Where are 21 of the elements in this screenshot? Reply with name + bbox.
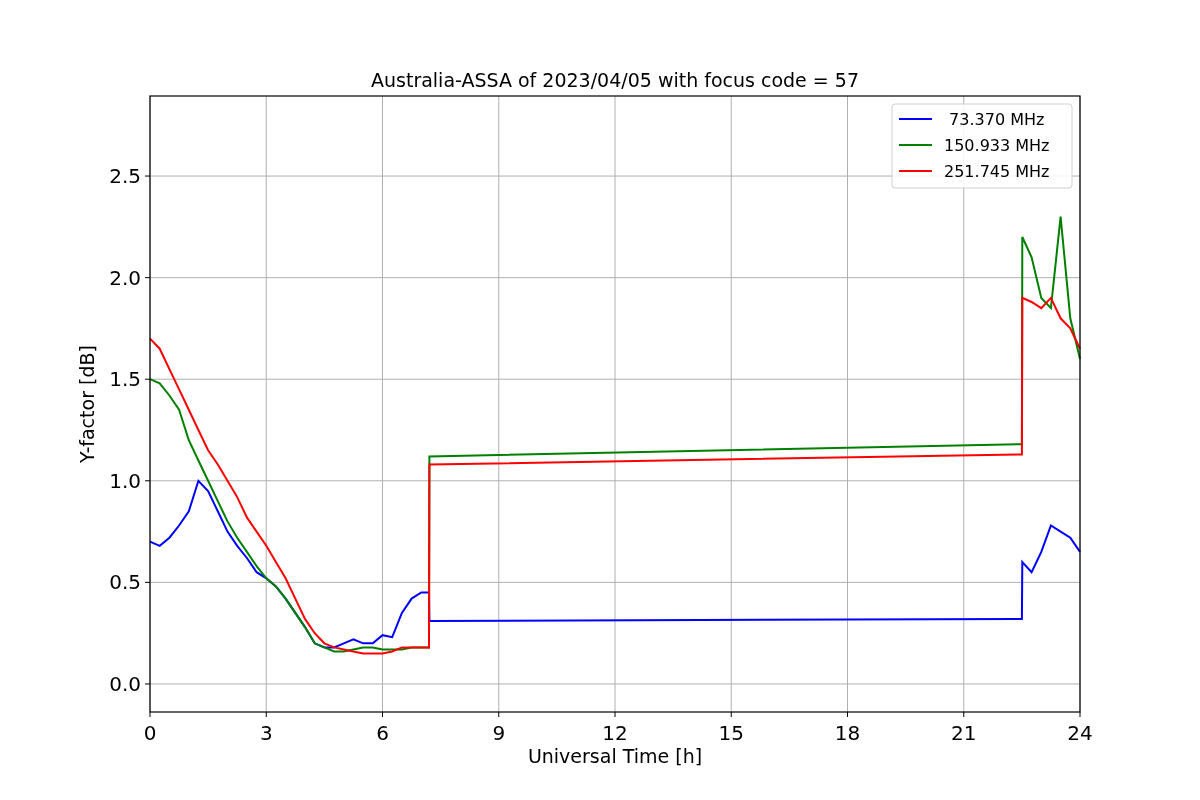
x-tick-label: 12 xyxy=(602,721,628,745)
x-tick-label: 9 xyxy=(492,721,506,745)
x-tick-label: 15 xyxy=(718,721,744,745)
x-tick-label: 3 xyxy=(259,721,273,745)
y-tick-label: 1.5 xyxy=(109,367,141,392)
x-axis-label: Universal Time [h] xyxy=(527,745,703,767)
y-axis-label: Y-factor [dB] xyxy=(76,345,98,463)
x-tick-label: 18 xyxy=(834,721,861,745)
legend-label: 150.933 MHz xyxy=(944,136,1050,155)
x-tick-label: 24 xyxy=(1067,721,1093,745)
y-tick-label: 2.5 xyxy=(109,164,141,189)
chart-title: Australia-ASSA of 2023/04/05 with focus code = 57 xyxy=(371,69,859,91)
y-tick-label: 0.0 xyxy=(109,671,141,696)
y-tick-label: 1.0 xyxy=(109,468,141,493)
y-tick-label: 0.5 xyxy=(109,570,141,595)
x-tick-label: 0 xyxy=(143,721,157,745)
x-tick-label: 6 xyxy=(376,721,389,745)
legend-label: 251.745 MHz xyxy=(944,162,1050,181)
legend-label: 73.370 MHz xyxy=(949,110,1045,129)
x-tick-label: 21 xyxy=(951,721,977,745)
y-tick-label: 2.0 xyxy=(109,265,141,290)
